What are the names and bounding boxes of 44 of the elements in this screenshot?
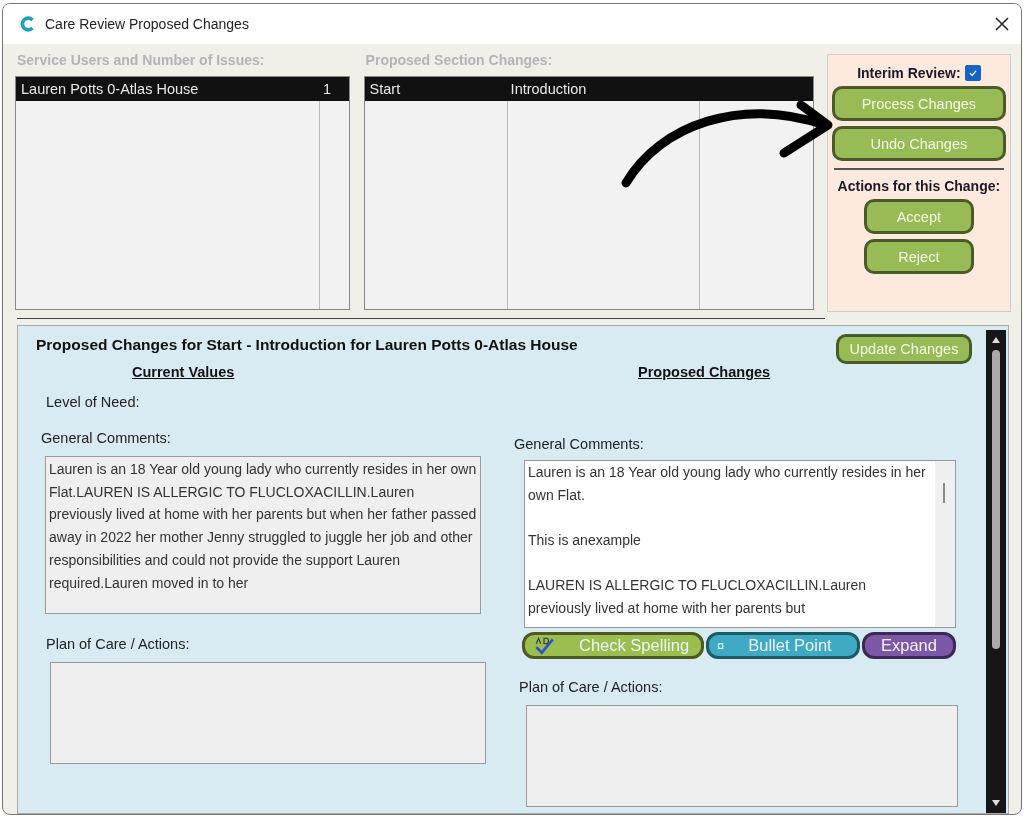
comment-paragraph: LAUREN IS ALLERGIC TO FLUCLOXACILLIN.Lauren previously lived at home with her parents but (528, 576, 867, 619)
check-spelling-button[interactable]: Check Spelling (522, 632, 704, 659)
bullet-icon: ¤ (717, 638, 725, 653)
expand-button[interactable]: Expand (862, 632, 956, 659)
spellcheck-icon (533, 636, 555, 655)
app-logo-icon (19, 15, 37, 33)
action-button[interactable]: Reject (863, 239, 974, 274)
field-label: Plan of Care / Actions: (519, 679, 663, 695)
update-changes-button[interactable]: Update Changes (836, 334, 972, 364)
actions-label: Actions for this Change: (837, 178, 1001, 194)
field-label: Level of Need: (46, 394, 140, 410)
list-label: Service Users and Number of Issues: (17, 52, 266, 70)
bullet-point-button[interactable]: ¤ Bullet Point (706, 632, 860, 659)
interim-review-checkbox[interactable] (964, 65, 981, 81)
checkmark-icon (967, 68, 978, 78)
interim-review-label: Interim Review: (857, 65, 961, 81)
field-label: General Comments: (41, 430, 171, 446)
section-name: Start (368, 81, 402, 97)
proposed-plan-field[interactable] (526, 705, 958, 807)
list-row[interactable]: Start Introduction (364, 77, 813, 101)
change-button[interactable]: Undo Changes (831, 126, 1006, 161)
change-button[interactable]: Process Changes (831, 86, 1006, 121)
subsection-name: Introduction (509, 81, 588, 97)
comment-paragraph: This is anexample (528, 531, 642, 551)
action-button[interactable]: Accept (863, 199, 974, 234)
scroll-down-icon[interactable] (991, 799, 1001, 807)
window-title: Care Review Proposed Changes (45, 16, 250, 32)
list-row[interactable]: Lauren Potts 0-Atlas House 1 (16, 77, 349, 101)
comment-paragraph: Lauren is an 18 Year old young lady who currently resides in her own Flat. (528, 463, 927, 505)
details-title: Proposed Changes for Start - Introduction for Lauren Potts 0-Atlas House (36, 336, 578, 354)
proposed-comments-field[interactable]: Lauren is an 18 Year old young lady who currently resides in her own Flat. This is anexample LAUREN IS ALLERGIC TO FLUCLOXACILLIN.Lauren previously lived at home with her parents but (524, 460, 956, 628)
list-label: Proposed Section Changes: (365, 52, 554, 70)
field-label: General Comments: (514, 436, 644, 452)
issue-count: 1 (322, 81, 333, 97)
column-heading: Proposed Changes (638, 364, 771, 380)
column-heading: Current Values (132, 364, 235, 380)
close-icon[interactable] (995, 17, 1009, 31)
user-name: Lauren Potts 0-Atlas House (20, 81, 200, 97)
current-comments-field[interactable]: Lauren is an 18 Year old young lady who currently resides in her own Flat.LAUREN IS ALLERGIC TO FLUCLOXACILLIN.Lauren previously lived at home with her parents but when her father passed away in 2022 her mother Jenny struggled to juggle her job and other responsibilities and could not provide the support Lauren required.Lauren moved in to her (45, 456, 481, 614)
scroll-up-icon[interactable] (991, 336, 1001, 344)
field-label: Plan of Care / Actions: (46, 636, 190, 652)
scrollbar-thumb[interactable] (992, 350, 1000, 649)
scrollbar[interactable] (986, 330, 1006, 813)
current-plan-field[interactable] (50, 662, 486, 764)
